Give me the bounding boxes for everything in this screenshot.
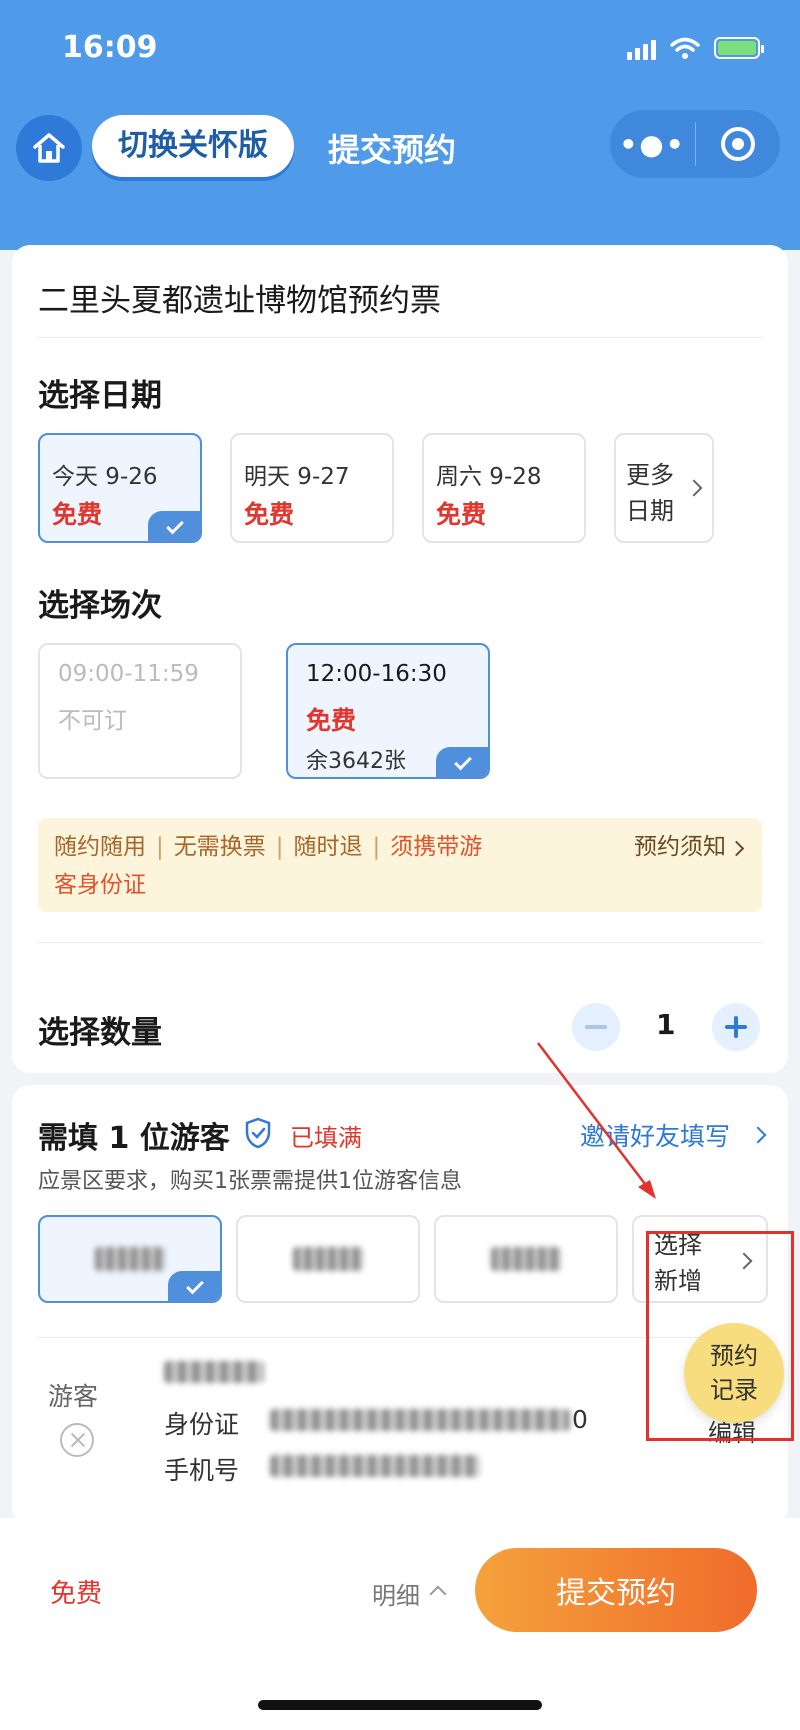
check-badge-icon [148, 511, 200, 541]
home-icon [33, 133, 65, 163]
date-option-tomorrow[interactable]: 明天 9-27 免费 [230, 433, 394, 543]
session-status: 免费 [306, 706, 357, 735]
ticket-title: 二里头夏都遗址博物馆预约票 [38, 283, 441, 319]
check-badge-icon [436, 747, 488, 777]
more-dots-icon[interactable]: •●• [610, 128, 695, 161]
invite-friend-link[interactable]: 邀请好友填写 [580, 1117, 730, 1153]
wifi-icon [670, 37, 700, 59]
quantity-minus-button[interactable] [572, 1003, 620, 1051]
notice-tag-continued: 客身份证 [54, 872, 146, 898]
id-number-suffix: 0 [572, 1405, 588, 1434]
filled-status: 已填满 [290, 1124, 362, 1152]
chevron-right-icon [749, 1126, 767, 1144]
visitor-need-title: 需填 1 位游客 [38, 1121, 230, 1156]
visitor-option-1[interactable] [38, 1215, 222, 1303]
close-target-button[interactable] [696, 127, 780, 161]
date-option-today[interactable]: 今天 9-26 免费 [38, 433, 202, 543]
visitor-detail-label: 游客 [48, 1382, 99, 1411]
battery-icon [714, 37, 764, 59]
divider [38, 337, 762, 338]
quantity-value: 1 [656, 1008, 676, 1041]
visitor-option-3[interactable] [434, 1215, 618, 1303]
date-label: 明天 9-27 [244, 464, 350, 490]
submit-booking-button[interactable]: 提交预约 [475, 1548, 757, 1632]
check-badge-icon [168, 1271, 220, 1301]
date-price: 免费 [244, 500, 295, 529]
session-option-afternoon[interactable]: 12:00-16:30 免费 余3642张 [286, 643, 490, 779]
home-button[interactable] [16, 115, 82, 181]
footer-bar: 免费 明细 提交预约 [0, 1518, 800, 1730]
chevron-right-icon [685, 479, 703, 497]
blurred-visitor-name [293, 1247, 363, 1271]
date-price: 免费 [52, 500, 103, 529]
session-status: 不可订 [58, 708, 127, 734]
blurred-visitor-name [164, 1361, 264, 1383]
session-remaining: 余3642张 [306, 749, 406, 774]
chevron-up-icon [429, 1585, 447, 1603]
phone-label: 手机号 [164, 1456, 240, 1485]
quantity-plus-button[interactable] [712, 1003, 760, 1051]
home-indicator [258, 1700, 542, 1710]
session-time: 12:00-16:30 [306, 661, 447, 687]
signal-icon [627, 36, 656, 60]
total-price: 免费 [50, 1579, 103, 1609]
blurred-id-number [270, 1409, 570, 1431]
nav-bar: 切换关怀版 提交预约 •●• [0, 105, 800, 185]
care-mode-button[interactable]: 切换关怀版 [92, 115, 294, 177]
status-bar: 16:09 [0, 0, 800, 100]
quantity-title: 选择数量 [38, 1015, 162, 1051]
notice-tag: 无需换票 [173, 834, 266, 860]
divider [38, 942, 762, 943]
date-label: 周六 9-28 [436, 464, 542, 490]
annotation-highlight-box [646, 1231, 794, 1441]
booking-notice: 随约随用 | 无需换票 | 随时退 | 须携带游 客身份证 预约须知 [38, 818, 762, 912]
price-detail-button[interactable]: 明细 [372, 1576, 420, 1611]
blurred-phone-number [270, 1455, 480, 1477]
page-title: 提交预约 [328, 131, 457, 169]
remove-visitor-icon[interactable] [60, 1423, 94, 1457]
target-circle-icon [721, 127, 755, 161]
booking-notice-link[interactable]: 预约须知 [634, 828, 726, 866]
session-section-title: 选择场次 [38, 588, 162, 624]
more-dates-label: 更多 日期 [626, 461, 674, 525]
session-option-morning: 09:00-11:59 不可订 [38, 643, 242, 779]
notice-tag: 随时退 [293, 834, 363, 860]
status-icons [627, 36, 764, 60]
shield-check-icon [245, 1117, 271, 1149]
session-time: 09:00-11:59 [58, 661, 199, 687]
mini-program-capsule: •●• [610, 110, 780, 178]
id-card-label: 身份证 [164, 1410, 240, 1439]
notice-tag: 须携带游 [390, 834, 483, 860]
notice-tag: 随约随用 [54, 834, 146, 860]
date-option-saturday[interactable]: 周六 9-28 免费 [422, 433, 586, 543]
blurred-visitor-name [95, 1247, 165, 1271]
more-dates-button[interactable]: 更多 日期 [614, 433, 714, 543]
ticket-card: 二里头夏都遗址博物馆预约票 选择日期 今天 9-26 免费 明天 9-27 免费… [12, 245, 788, 1073]
visitor-option-2[interactable] [236, 1215, 420, 1303]
status-time: 16:09 [62, 30, 158, 65]
date-section-title: 选择日期 [38, 378, 162, 414]
date-label: 今天 9-26 [52, 464, 158, 490]
visitor-requirement: 应景区要求，购买1张票需提供1位游客信息 [38, 1169, 462, 1194]
blurred-visitor-name [491, 1247, 561, 1271]
date-price: 免费 [436, 500, 487, 529]
